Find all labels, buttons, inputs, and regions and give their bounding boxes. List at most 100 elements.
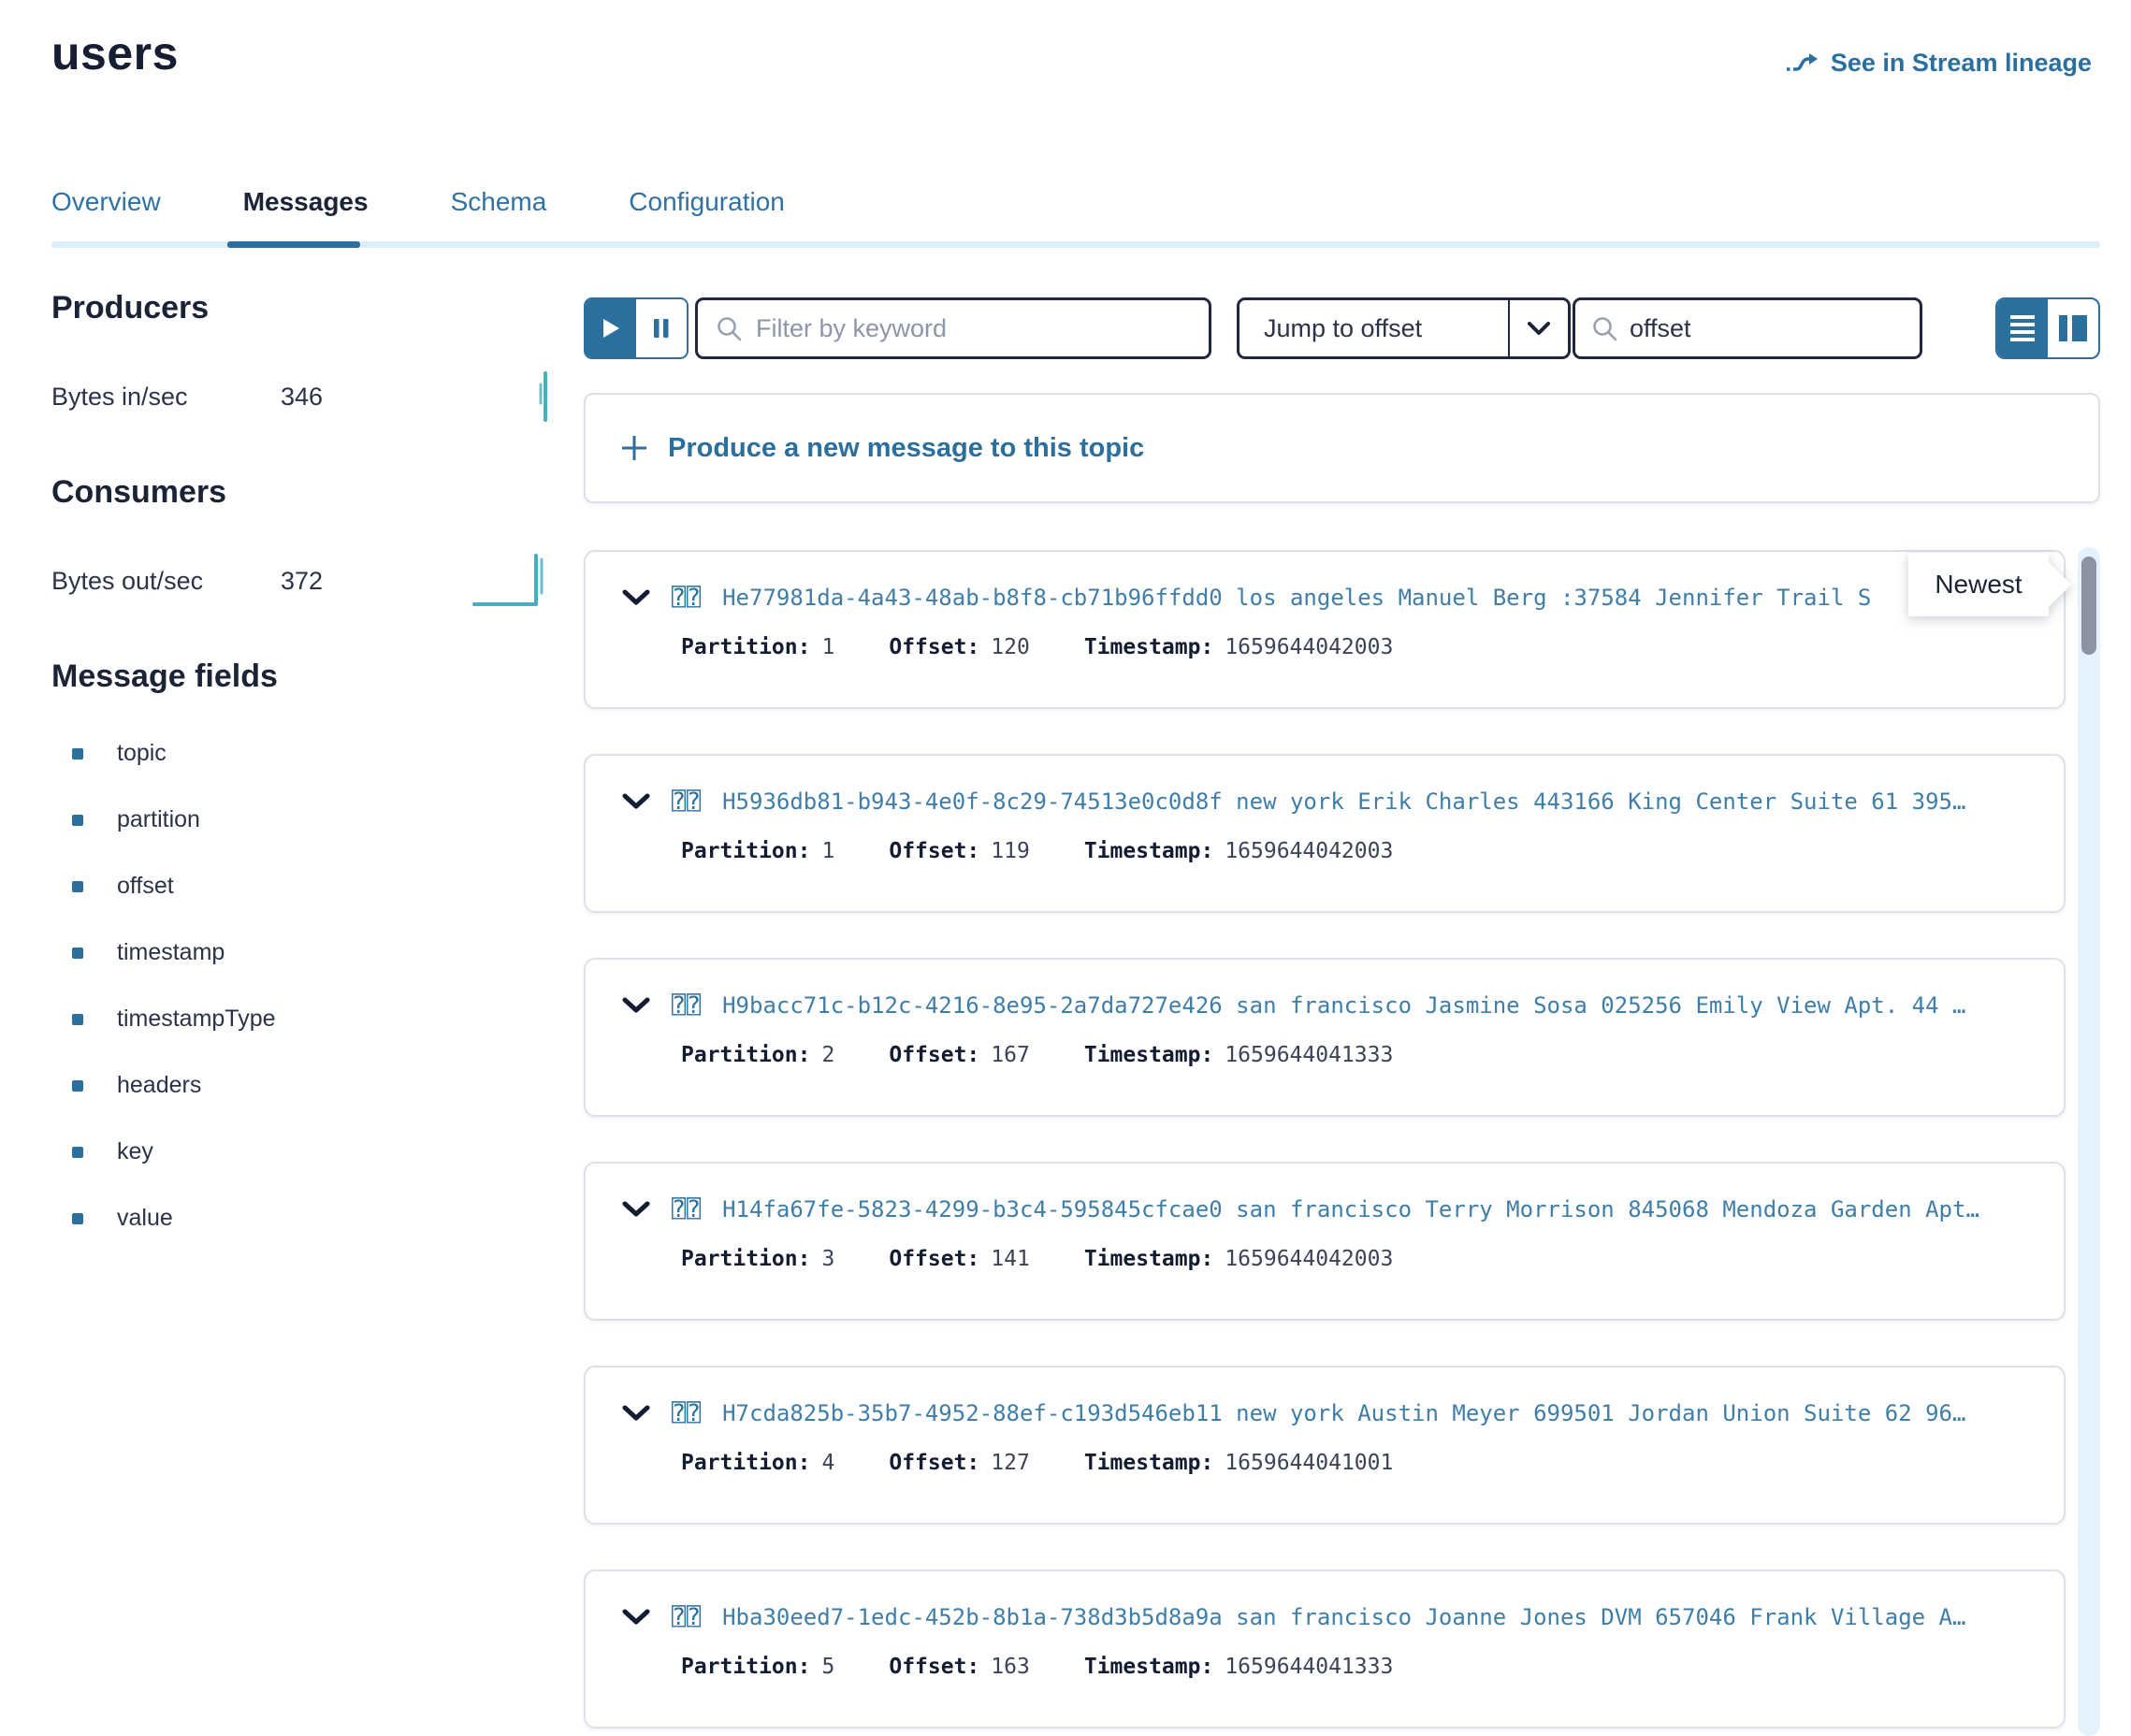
bytes-out-label: Bytes out/sec bbox=[51, 567, 281, 596]
partition-value: 3 bbox=[821, 1247, 834, 1271]
scrollbar-track[interactable] bbox=[2078, 547, 2100, 1736]
field-item-timestampType[interactable]: timestampType bbox=[51, 1005, 557, 1033]
offset-value: 167 bbox=[991, 1043, 1030, 1067]
bytes-out-sparkline bbox=[471, 548, 557, 615]
chevron-down-icon[interactable] bbox=[621, 1200, 651, 1219]
consumers-heading: Consumers bbox=[51, 474, 557, 511]
field-item-key[interactable]: key bbox=[51, 1138, 557, 1165]
offset-label: Offset: bbox=[889, 839, 979, 863]
timestamp-value: 1659644042003 bbox=[1225, 1247, 1393, 1271]
stream-lineage-link[interactable]: See in Stream lineage bbox=[1784, 49, 2092, 78]
offset-search bbox=[1573, 297, 1922, 359]
unknown-glyph-icon: ⍰⍰ bbox=[672, 991, 702, 1019]
message-row[interactable]: ⍰⍰ H14fa67fe-5823-4299-b3c4-595845cfcae0… bbox=[584, 1162, 2066, 1321]
field-item-value[interactable]: value bbox=[51, 1205, 557, 1232]
chevron-down-icon[interactable] bbox=[621, 588, 651, 607]
square-bullet-icon bbox=[72, 1213, 83, 1224]
timestamp-label: Timestamp: bbox=[1084, 839, 1213, 863]
tab-active-indicator bbox=[227, 241, 360, 248]
tab-underline-track bbox=[51, 241, 2100, 248]
bytes-out-row: Bytes out/sec 372 bbox=[51, 550, 557, 612]
producers-heading: Producers bbox=[51, 290, 557, 326]
partition-label: Partition: bbox=[681, 635, 810, 659]
timestamp-label: Timestamp: bbox=[1084, 1043, 1213, 1067]
square-bullet-icon bbox=[72, 815, 83, 826]
tab-schema[interactable]: Schema bbox=[451, 187, 547, 243]
tab-messages[interactable]: Messages bbox=[243, 187, 369, 243]
chevron-down-icon bbox=[1510, 321, 1568, 336]
square-bullet-icon bbox=[72, 1147, 83, 1158]
partition-value: 2 bbox=[821, 1043, 834, 1067]
play-icon bbox=[601, 317, 621, 340]
offset-value: 163 bbox=[991, 1655, 1030, 1679]
message-key: H9bacc71c-b12c-4216-8e95-2a7da727e426 sa… bbox=[722, 992, 1965, 1019]
bytes-in-label: Bytes in/sec bbox=[51, 383, 281, 412]
pause-icon bbox=[653, 317, 670, 340]
timestamp-label: Timestamp: bbox=[1084, 1655, 1213, 1679]
chevron-down-icon[interactable] bbox=[621, 996, 651, 1015]
bytes-in-sparkline bbox=[532, 364, 557, 430]
message-fields-heading: Message fields bbox=[51, 658, 557, 695]
play-button[interactable] bbox=[586, 299, 636, 357]
search-icon bbox=[715, 314, 743, 342]
plus-icon bbox=[619, 433, 649, 463]
partition-value: 1 bbox=[821, 635, 834, 659]
square-bullet-icon bbox=[72, 881, 83, 892]
partition-label: Partition: bbox=[681, 1247, 810, 1271]
offset-value: 119 bbox=[991, 839, 1030, 863]
offset-label: Offset: bbox=[889, 1043, 979, 1067]
unknown-glyph-icon: ⍰⍰ bbox=[672, 1195, 702, 1222]
timestamp-value: 1659644041333 bbox=[1225, 1043, 1393, 1067]
pause-button[interactable] bbox=[636, 299, 687, 357]
unknown-glyph-icon: ⍰⍰ bbox=[672, 1399, 702, 1426]
offset-label: Offset: bbox=[889, 635, 979, 659]
timestamp-value: 1659644041001 bbox=[1225, 1451, 1393, 1475]
unknown-glyph-icon: ⍰⍰ bbox=[672, 584, 702, 611]
bytes-in-row: Bytes in/sec 346 bbox=[51, 366, 557, 427]
message-row[interactable]: ⍰⍰ He77981da-4a43-48ab-b8f8-cb71b96ffdd0… bbox=[584, 550, 2066, 709]
chevron-down-icon[interactable] bbox=[621, 1404, 651, 1423]
offset-search-input[interactable] bbox=[1630, 314, 1905, 343]
jump-to-offset-select[interactable]: Jump to offset bbox=[1237, 297, 1571, 359]
message-row[interactable]: ⍰⍰ H5936db81-b943-4e0f-8c29-74513e0c0d8f… bbox=[584, 754, 2066, 913]
offset-label: Offset: bbox=[889, 1247, 979, 1271]
field-item-timestamp[interactable]: timestamp bbox=[51, 939, 557, 966]
column-view-button[interactable] bbox=[2048, 299, 2098, 357]
tab-configuration[interactable]: Configuration bbox=[629, 187, 785, 243]
message-key: H7cda825b-35b7-4952-88ef-c193d546eb11 ne… bbox=[722, 1400, 1965, 1426]
produce-message-button[interactable]: Produce a new message to this topic bbox=[584, 393, 2100, 503]
timestamp-value: 1659644042003 bbox=[1225, 635, 1393, 659]
field-item-partition[interactable]: partition bbox=[51, 806, 557, 833]
message-row[interactable]: ⍰⍰ H7cda825b-35b7-4952-88ef-c193d546eb11… bbox=[584, 1366, 2066, 1525]
timestamp-value: 1659644041333 bbox=[1225, 1655, 1393, 1679]
list-view-button[interactable] bbox=[1997, 299, 2048, 357]
square-bullet-icon bbox=[72, 948, 83, 959]
metrics-sidebar: Producers Bytes in/sec 346 Consumers Byt… bbox=[51, 290, 557, 1271]
message-row[interactable]: ⍰⍰ H9bacc71c-b12c-4216-8e95-2a7da727e426… bbox=[584, 958, 2066, 1117]
partition-value: 1 bbox=[821, 839, 834, 863]
offset-label: Offset: bbox=[889, 1655, 979, 1679]
unknown-glyph-icon: ⍰⍰ bbox=[672, 1603, 702, 1630]
partition-value: 4 bbox=[821, 1451, 834, 1475]
tab-overview[interactable]: Overview bbox=[51, 187, 161, 243]
topic-messages-page: users See in Stream lineage Overview Mes… bbox=[0, 0, 2131, 1736]
view-toggle-group bbox=[1995, 297, 2100, 359]
field-item-offset[interactable]: offset bbox=[51, 873, 557, 900]
partition-label: Partition: bbox=[681, 1655, 810, 1679]
timestamp-label: Timestamp: bbox=[1084, 635, 1213, 659]
message-row[interactable]: ⍰⍰ Hba30eed7-1edc-452b-8b1a-738d3b5d8a9a… bbox=[584, 1570, 2066, 1729]
field-item-headers[interactable]: headers bbox=[51, 1072, 557, 1099]
chevron-down-icon[interactable] bbox=[621, 792, 651, 811]
message-key: H14fa67fe-5823-4299-b3c4-595845cfcae0 sa… bbox=[722, 1196, 1979, 1222]
square-bullet-icon bbox=[72, 1014, 83, 1025]
partition-label: Partition: bbox=[681, 1451, 810, 1475]
message-list: Newest ⍰⍰ He77981da-4a43-48ab-b8f8-cb71b… bbox=[584, 547, 2100, 1736]
newest-tooltip: Newest bbox=[1908, 553, 2049, 616]
jump-to-offset-label: Jump to offset bbox=[1239, 314, 1508, 343]
scrollbar-thumb[interactable] bbox=[2081, 557, 2096, 655]
field-item-topic[interactable]: topic bbox=[51, 740, 557, 767]
chevron-down-icon[interactable] bbox=[621, 1608, 651, 1627]
square-bullet-icon bbox=[72, 748, 83, 760]
filter-keyword-input[interactable] bbox=[756, 314, 1192, 343]
offset-value: 127 bbox=[991, 1451, 1030, 1475]
